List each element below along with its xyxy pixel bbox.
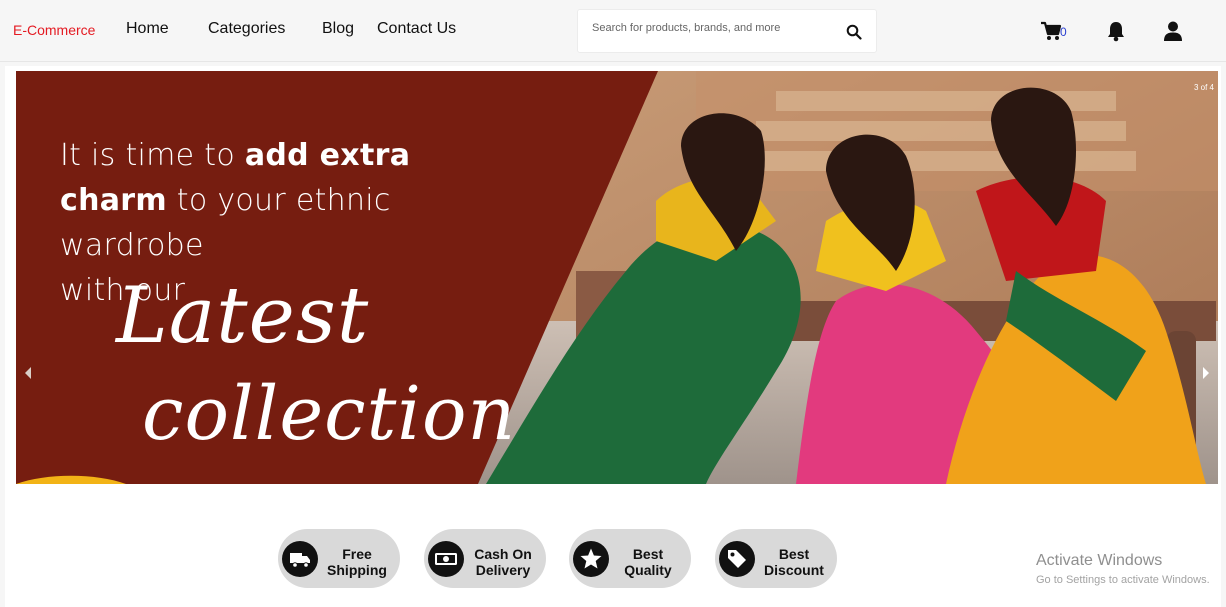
banner-script-collection: collection [142, 371, 517, 457]
feature-label-line2: Delivery [475, 562, 531, 578]
nav-link-contact-us[interactable]: Contact Us [377, 20, 456, 38]
windows-activation-subtitle: Go to Settings to activate Windows. [1036, 574, 1210, 586]
feature-icon-wrap [719, 541, 755, 577]
cart-icon[interactable] [1040, 20, 1062, 42]
star-icon [580, 548, 602, 569]
search-box [577, 9, 877, 53]
nav-link-blog[interactable]: Blog [322, 20, 354, 38]
tag-icon [728, 550, 746, 568]
feature-label-line1: Free [342, 546, 372, 562]
feature-label-line2: Quality [624, 562, 672, 578]
cart-count-badge: 0 [1060, 25, 1067, 39]
feature-label: Best Discount [755, 546, 833, 578]
feature-label: Free Shipping [318, 546, 396, 578]
feature-label: Best Quality [609, 546, 687, 578]
search-input[interactable] [592, 22, 842, 34]
slide-counter: 3 of 4 [1193, 83, 1214, 92]
feature-label: Cash On Delivery [464, 546, 542, 578]
bell-icon[interactable] [1105, 20, 1127, 42]
carousel-prev-arrow-icon[interactable] [23, 365, 33, 381]
headline-line1-bold: add extra [244, 138, 411, 173]
feature-label-line1: Best [632, 546, 664, 562]
feature-best-quality: Best Quality [569, 529, 691, 588]
brand-logo[interactable]: E-Commerce [13, 22, 95, 38]
navbar: E-Commerce Home Categories Blog Contact … [0, 0, 1226, 62]
feature-label-line1: Cash On [474, 546, 532, 562]
windows-activation-title: Activate Windows [1036, 552, 1163, 569]
feature-label-line1: Best [778, 546, 810, 562]
feature-free-shipping: Free Shipping [278, 529, 400, 588]
feature-label-line2: Discount [764, 562, 824, 578]
cash-icon [435, 553, 457, 565]
headline-line3: wardrobe [60, 228, 204, 263]
feature-best-discount: Best Discount [715, 529, 837, 588]
nav-link-categories[interactable]: Categories [208, 20, 285, 38]
search-icon[interactable] [846, 24, 862, 40]
feature-label-line2: Shipping [327, 562, 387, 578]
truck-icon [290, 553, 310, 568]
user-icon[interactable] [1162, 20, 1184, 42]
carousel-next-arrow-icon[interactable] [1201, 365, 1211, 381]
hero-banner[interactable]: It is time to add extra charm to your et… [16, 71, 1218, 484]
headline-line2-light: to your ethnic [166, 183, 391, 218]
banner-script-latest: Latest [116, 271, 370, 361]
feature-icon-wrap [282, 541, 318, 577]
nav-link-home[interactable]: Home [126, 20, 169, 38]
feature-cash-on-delivery: Cash On Delivery [424, 529, 546, 588]
headline-line1-light: It is time to [60, 138, 245, 173]
feature-icon-wrap [428, 541, 464, 577]
headline-line2-bold: charm [60, 183, 167, 218]
feature-icon-wrap [573, 541, 609, 577]
